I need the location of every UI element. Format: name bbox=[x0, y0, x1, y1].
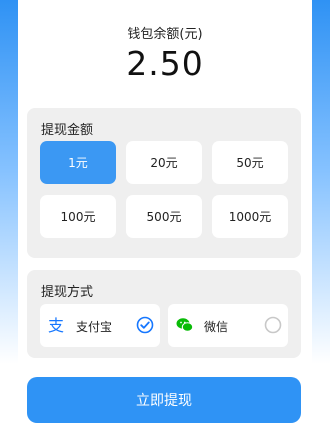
amount-section: 提现金额 1元 20元 50元 100元 500元 1000元 bbox=[27, 108, 301, 258]
method-section: 提现方式 支 支付宝 微信 bbox=[27, 270, 301, 358]
amount-option-1000[interactable]: 1000元 bbox=[212, 195, 288, 238]
amount-option-1[interactable]: 1元 bbox=[40, 141, 116, 184]
amount-option-20[interactable]: 20元 bbox=[126, 141, 202, 184]
balance-value: 2.50 bbox=[126, 44, 204, 83]
method-section-title: 提现方式 bbox=[41, 285, 94, 300]
svg-text:支: 支 bbox=[48, 316, 64, 334]
pay-option-wechat[interactable]: 微信 bbox=[168, 304, 288, 347]
wechat-icon bbox=[176, 316, 194, 334]
amount-section-title: 提现金额 bbox=[41, 123, 94, 138]
amount-option-100[interactable]: 100元 bbox=[40, 195, 116, 238]
alipay-icon: 支 bbox=[48, 316, 66, 335]
unchecked-icon bbox=[264, 316, 282, 334]
pay-option-label: 支付宝 bbox=[76, 320, 113, 334]
amount-option-50[interactable]: 50元 bbox=[212, 141, 288, 184]
checked-icon bbox=[136, 316, 154, 334]
pay-option-label: 微信 bbox=[204, 320, 229, 334]
amount-option-500[interactable]: 500元 bbox=[126, 195, 202, 238]
submit-withdraw-button[interactable]: 立即提现 bbox=[27, 377, 301, 423]
balance-label: 钱包余额(元) bbox=[127, 27, 203, 42]
pay-option-alipay[interactable]: 支 支付宝 bbox=[40, 304, 160, 347]
